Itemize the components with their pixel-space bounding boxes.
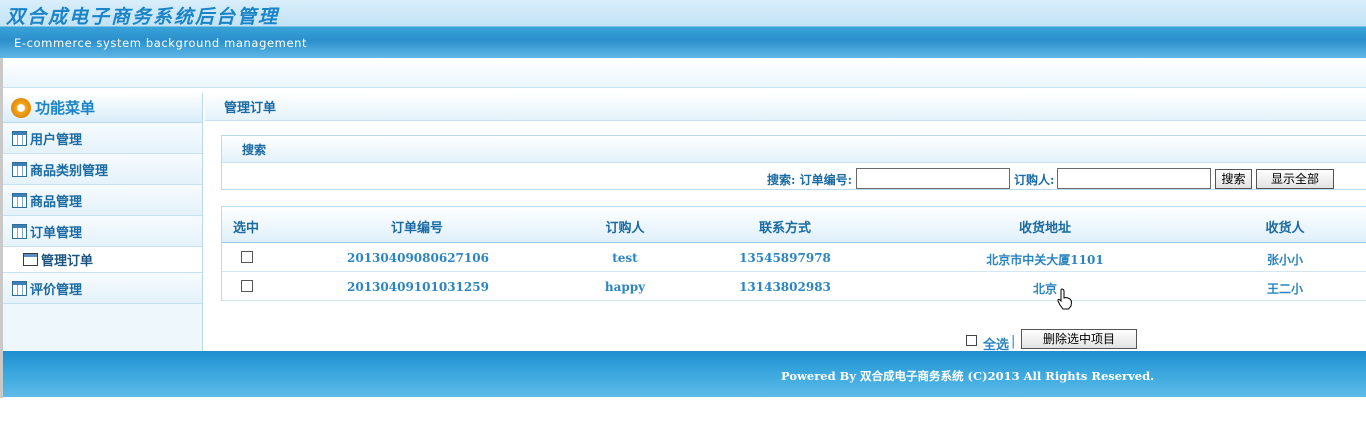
sidebar-item-products[interactable]: 商品管理: [3, 185, 202, 216]
sidebar-item-reviews[interactable]: 评价管理: [3, 273, 202, 304]
buyer-cell[interactable]: happy: [585, 280, 665, 294]
search-button[interactable]: 搜索: [1215, 169, 1252, 189]
sidebar-item-users[interactable]: 用户管理: [3, 123, 202, 154]
table-icon: [12, 161, 27, 177]
select-all-checkbox[interactable]: [966, 335, 977, 346]
column-header: 收货人: [1265, 221, 1305, 236]
gear-icon: [11, 97, 31, 118]
window-icon: [23, 253, 38, 266]
address-cell[interactable]: 北京市中关大厦1101: [965, 251, 1125, 268]
receiver-cell[interactable]: 王二小: [1245, 280, 1325, 297]
delete-selected-button[interactable]: 删除选中项目: [1021, 329, 1137, 349]
sidebar-title: 功能菜单: [35, 99, 96, 117]
row-checkbox[interactable]: [241, 251, 253, 263]
table-header: 选中 订单编号 订购人 联系方式 收货地址 收货人: [222, 206, 1366, 243]
address-cell[interactable]: 北京: [965, 280, 1125, 297]
table-icon: [12, 192, 27, 208]
page-title: 管理订单: [224, 101, 277, 116]
show-all-button[interactable]: 显示全部: [1256, 169, 1334, 189]
sidebar-header: 功能菜单: [3, 93, 202, 123]
table-icon: [12, 280, 27, 296]
bulk-actions: 全选 | 删除选中项目: [205, 328, 1366, 353]
search-panel: 搜索 搜索: 订单编号: 订购人: 搜索 显示全部: [221, 135, 1366, 190]
row-checkbox[interactable]: [241, 280, 253, 292]
breadcrumb: 管理订单: [205, 93, 1366, 121]
receiver-cell[interactable]: 张小小: [1245, 251, 1325, 268]
toolbar: [3, 58, 1366, 88]
contact-cell[interactable]: 13143802983: [725, 280, 845, 294]
app-title: 双合成电子商务系统后台管理: [6, 6, 280, 28]
sidebar-subitem-manage-orders[interactable]: 管理订单: [3, 247, 202, 273]
orders-table: 选中 订单编号 订购人 联系方式 收货地址 收货人 20130409080627…: [221, 206, 1366, 310]
copyright-text: Powered By 双合成电子商务系统 (C)2013 All Rights …: [781, 369, 1155, 383]
app-subtitle: E-commerce system background management: [14, 36, 308, 50]
main-content: 管理订单 搜索 搜索: 订单编号: 订购人: 搜索 显示全部 选中 订单编号 订…: [205, 93, 1366, 353]
column-header: 选中: [232, 221, 259, 236]
sidebar-item-label: 商品管理: [30, 194, 83, 210]
sidebar: 功能菜单 用户管理 商品类别管理 商品管理 订单管理 管理订单 评价管理: [3, 93, 203, 351]
table-row: 20130409080627106 test 13545897978 北京市中关…: [222, 243, 1366, 272]
contact-cell[interactable]: 13545897978: [725, 251, 845, 265]
footer: Powered By 双合成电子商务系统 (C)2013 All Rights …: [3, 351, 1366, 397]
separator: |: [1011, 334, 1016, 349]
sidebar-item-label: 评价管理: [30, 282, 83, 298]
sidebar-item-label: 订单管理: [30, 225, 83, 241]
order-no-cell[interactable]: 20130409080627106: [347, 251, 489, 265]
order-no-label: 搜索: 订单编号:: [767, 173, 853, 187]
search-panel-header: 搜索: [222, 136, 1366, 163]
sidebar-item-label: 用户管理: [30, 132, 83, 148]
order-no-cell[interactable]: 20130409101031259: [347, 280, 489, 294]
column-header: 收货地址: [1018, 221, 1071, 236]
hand-cursor-icon: [1057, 288, 1073, 310]
search-panel-title: 搜索: [242, 142, 267, 157]
table-icon: [12, 223, 27, 239]
sidebar-item-orders[interactable]: 订单管理: [3, 216, 202, 247]
sidebar-item-label: 商品类别管理: [30, 163, 109, 179]
order-no-input[interactable]: [856, 168, 1010, 189]
column-header: 订购人: [605, 221, 645, 236]
table-icon: [12, 130, 27, 146]
buyer-input[interactable]: [1057, 168, 1211, 189]
sidebar-subitem-label: 管理订单: [41, 254, 94, 269]
search-row: 搜索: 订单编号: 订购人: 搜索 显示全部: [222, 167, 1366, 189]
buyer-label: 订购人:: [1014, 173, 1055, 187]
sidebar-item-categories[interactable]: 商品类别管理: [3, 154, 202, 185]
header-banner: 双合成电子商务系统后台管理 E-commerce system backgrou…: [0, 0, 1366, 58]
buyer-cell[interactable]: test: [585, 251, 665, 265]
table-row: 20130409101031259 happy 13143802983 北京 王…: [222, 272, 1366, 310]
column-header: 订单编号: [390, 221, 443, 236]
column-header: 联系方式: [758, 221, 811, 236]
